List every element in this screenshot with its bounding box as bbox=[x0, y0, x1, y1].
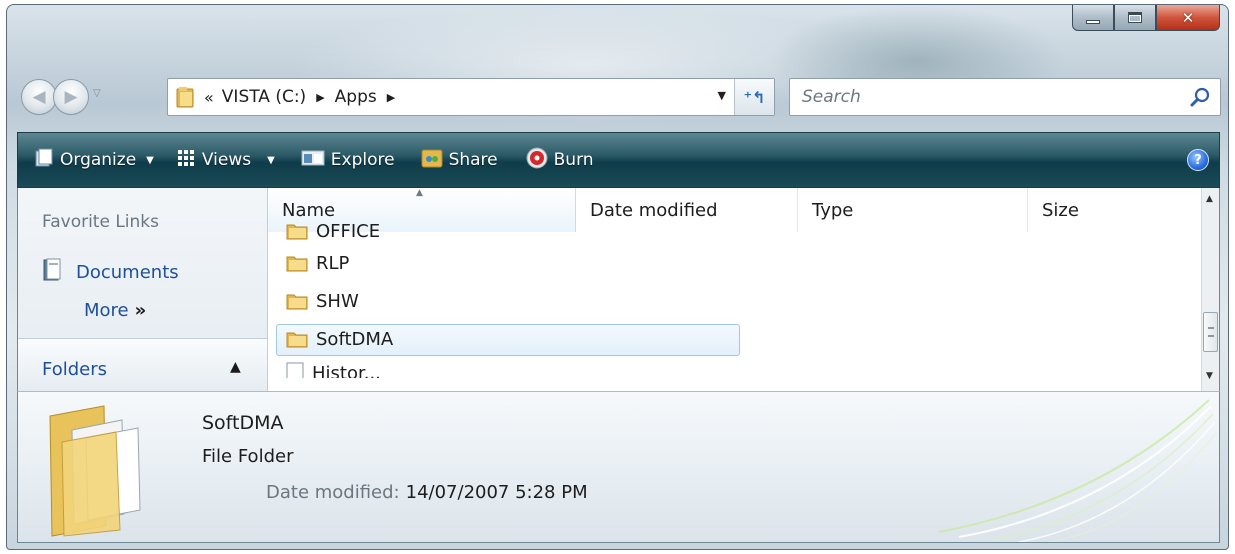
breadcrumb-overflow[interactable]: « bbox=[204, 88, 214, 107]
vertical-scrollbar[interactable]: ▲ ▼ bbox=[1201, 188, 1219, 391]
explorer-window: ✕ ◀ ▶ ▽ « VISTA (C:) ▶ Apps ▶ ▼ ⁺↰ Searc… bbox=[6, 4, 1229, 550]
command-bar: Organize ▼ Views ▼ Explore Share Burn ? bbox=[17, 132, 1220, 188]
organize-icon bbox=[34, 148, 54, 173]
documents-icon bbox=[42, 258, 62, 286]
address-dropdown-icon[interactable]: ▼ bbox=[718, 89, 726, 102]
breadcrumb-separator-icon[interactable]: ▶ bbox=[316, 91, 324, 104]
search-box bbox=[789, 78, 1221, 116]
search-icon[interactable] bbox=[1190, 87, 1210, 111]
explore-button[interactable]: Explore bbox=[293, 133, 403, 187]
content-area: Favorite Links Documents More» Folders ▲… bbox=[17, 188, 1220, 391]
views-dropdown-icon: ▼ bbox=[267, 154, 275, 166]
views-grid-icon bbox=[176, 148, 196, 173]
help-button[interactable]: ? bbox=[1187, 149, 1209, 171]
back-button[interactable]: ◀ bbox=[21, 79, 57, 115]
close-icon: ✕ bbox=[1181, 8, 1195, 27]
views-button[interactable]: Views ▼ bbox=[168, 133, 283, 187]
folder-icon bbox=[286, 224, 308, 240]
breadcrumb-separator-icon[interactable]: ▶ bbox=[387, 91, 395, 104]
large-folder-icon bbox=[42, 402, 152, 542]
file-name: SHW bbox=[316, 290, 359, 312]
folders-label: Folders bbox=[42, 359, 108, 380]
list-item[interactable]: SHW bbox=[268, 282, 1203, 320]
sort-ascending-icon: ▲ bbox=[416, 188, 423, 198]
burn-disc-icon bbox=[526, 147, 548, 174]
search-input[interactable] bbox=[802, 87, 1162, 107]
burn-label: Burn bbox=[553, 150, 594, 170]
list-item[interactable]: Histor... bbox=[268, 358, 1203, 378]
breadcrumb-drive[interactable]: VISTA (C:) bbox=[222, 87, 306, 107]
forward-arrow-icon: ▶ bbox=[64, 87, 78, 107]
folder-icon bbox=[176, 86, 194, 108]
file-name: Histor... bbox=[312, 362, 381, 379]
explore-window-icon bbox=[301, 149, 325, 172]
share-button[interactable]: Share bbox=[413, 133, 506, 187]
minimize-icon bbox=[1086, 19, 1100, 24]
help-icon: ? bbox=[1194, 152, 1202, 168]
scroll-up-icon[interactable]: ▲ bbox=[1206, 194, 1213, 204]
details-date-modified: Date modified: 14/07/2007 5:28 PM bbox=[266, 482, 588, 503]
document-icon bbox=[286, 362, 304, 378]
organize-label: Organize bbox=[60, 150, 137, 170]
favorite-links-more[interactable]: More» bbox=[84, 300, 146, 321]
maximize-button[interactable] bbox=[1114, 5, 1156, 31]
details-file-type: File Folder bbox=[202, 446, 294, 467]
collapse-chevron-up-icon[interactable]: ▲ bbox=[230, 359, 241, 375]
caption-buttons: ✕ bbox=[1072, 5, 1220, 31]
share-icon bbox=[421, 147, 443, 174]
details-date-value: 14/07/2007 5:28 PM bbox=[405, 482, 588, 503]
refresh-button[interactable]: ⁺↰ bbox=[734, 79, 774, 115]
organize-dropdown-icon: ▼ bbox=[146, 154, 154, 166]
address-bar[interactable]: « VISTA (C:) ▶ Apps ▶ ▼ ⁺↰ bbox=[167, 78, 775, 116]
back-arrow-icon: ◀ bbox=[32, 87, 46, 107]
minimize-button[interactable] bbox=[1072, 5, 1114, 31]
more-label: More bbox=[84, 300, 129, 321]
file-rows: OFFICE RLP SHW SoftDMA Histor... bbox=[268, 221, 1203, 378]
scroll-down-icon[interactable]: ▼ bbox=[1206, 371, 1213, 381]
navigation-pane: Favorite Links Documents More» Folders ▲ bbox=[18, 188, 268, 391]
breadcrumb-apps[interactable]: Apps bbox=[335, 87, 377, 107]
file-name: SoftDMA bbox=[316, 328, 394, 350]
file-name: RLP bbox=[316, 252, 350, 274]
navigation-row: ◀ ▶ ▽ « VISTA (C:) ▶ Apps ▶ ▼ ⁺↰ bbox=[21, 75, 1221, 119]
scrollbar-thumb[interactable] bbox=[1203, 312, 1218, 352]
details-pane: SoftDMA File Folder Date modified: 14/07… bbox=[17, 391, 1220, 543]
documents-label: Documents bbox=[76, 261, 179, 283]
folder-icon bbox=[286, 256, 308, 272]
breadcrumb: « VISTA (C:) ▶ Apps ▶ bbox=[204, 87, 405, 107]
forward-button[interactable]: ▶ bbox=[53, 79, 89, 115]
organize-button[interactable]: Organize ▼ bbox=[18, 133, 162, 187]
folders-header[interactable]: Folders ▲ bbox=[18, 338, 267, 391]
favorite-link-documents[interactable]: Documents bbox=[42, 258, 179, 286]
folder-icon bbox=[286, 294, 308, 310]
details-file-name: SoftDMA bbox=[202, 412, 284, 434]
share-label: Share bbox=[448, 150, 498, 170]
list-item[interactable]: RLP bbox=[268, 244, 1203, 282]
burn-button[interactable]: Burn bbox=[518, 133, 602, 187]
details-date-label: Date modified: bbox=[266, 482, 400, 503]
maximize-icon bbox=[1128, 12, 1142, 23]
grip-icon bbox=[1208, 327, 1214, 337]
more-chevron-icon: » bbox=[134, 300, 147, 321]
list-item-selected[interactable]: SoftDMA bbox=[268, 320, 1203, 358]
refresh-icon: ⁺↰ bbox=[743, 87, 766, 107]
file-list: ▲ Name Date modified Type Size OFFICE RL… bbox=[268, 188, 1203, 391]
close-button[interactable]: ✕ bbox=[1156, 5, 1220, 31]
recent-pages-dropdown[interactable]: ▽ bbox=[93, 88, 101, 99]
file-name: OFFICE bbox=[316, 220, 381, 242]
views-label: Views bbox=[201, 150, 252, 170]
folder-icon bbox=[286, 332, 308, 348]
list-item[interactable]: OFFICE bbox=[268, 218, 1203, 244]
favorite-links-header: Favorite Links bbox=[42, 212, 160, 232]
explore-label: Explore bbox=[330, 150, 395, 170]
decorative-swoosh bbox=[938, 399, 1218, 542]
